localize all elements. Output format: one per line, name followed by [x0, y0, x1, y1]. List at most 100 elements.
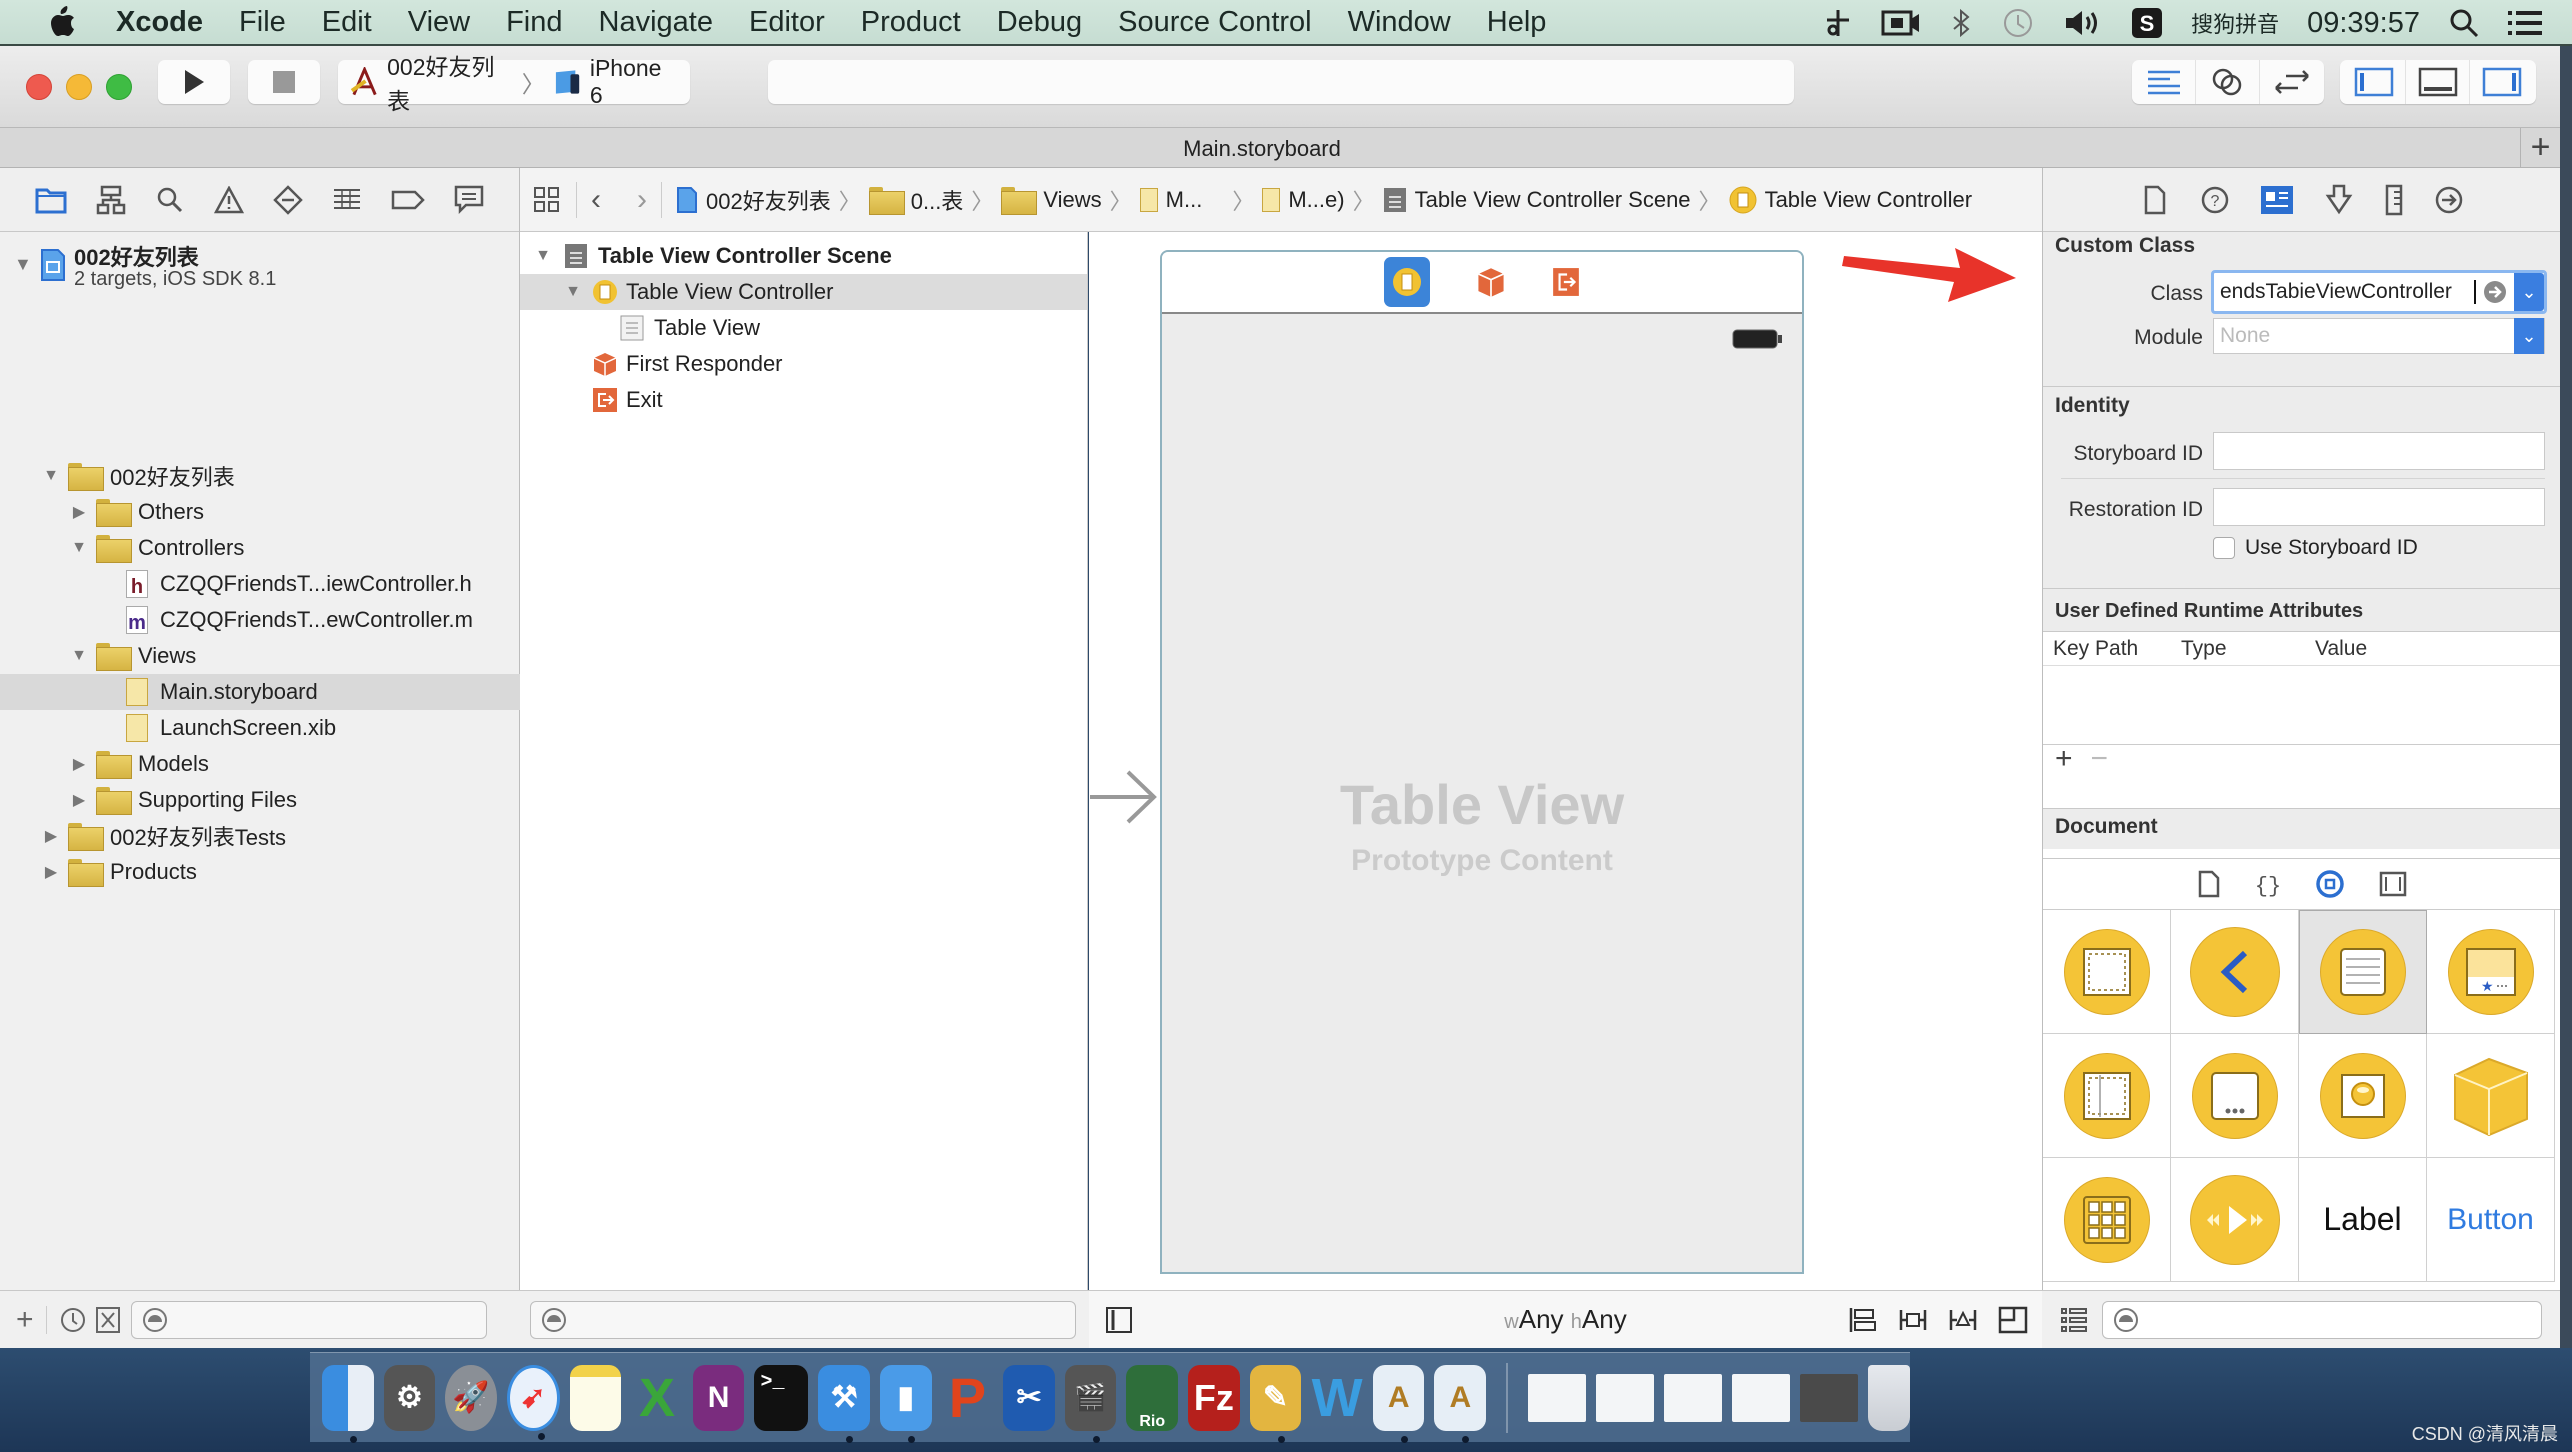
- dock-xcode[interactable]: ⚒: [818, 1364, 870, 1443]
- symbol-navigator-icon[interactable]: [96, 185, 126, 215]
- resolve-auto-layout-icon[interactable]: [1948, 1306, 1978, 1334]
- menu-file[interactable]: File: [239, 6, 286, 39]
- back-button[interactable]: ‹: [591, 183, 601, 217]
- menu-navigate[interactable]: Navigate: [599, 6, 713, 39]
- storyboard-id-field[interactable]: [2213, 432, 2545, 470]
- outline-table-view-row[interactable]: Table View: [520, 310, 1087, 346]
- library-filter-field[interactable]: [2102, 1300, 2542, 1339]
- menu-clock[interactable]: 09:39:57: [2307, 7, 2420, 40]
- connections-inspector-icon[interactable]: [2434, 185, 2464, 215]
- attributes-inspector-icon[interactable]: [2324, 184, 2354, 216]
- dock-safari[interactable]: ➹: [506, 1364, 560, 1440]
- dock-word[interactable]: W: [1311, 1365, 1363, 1431]
- library-item-view-controller[interactable]: [2043, 910, 2171, 1034]
- related-items-icon[interactable]: [532, 185, 562, 215]
- outline-scene-row[interactable]: ▼ Table View Controller Scene: [520, 238, 1087, 274]
- dock-ios-simulator[interactable]: ▮: [879, 1364, 932, 1443]
- disclosure-triangle-expanded[interactable]: ▼: [14, 254, 32, 275]
- input-method-label[interactable]: 搜狗拼音: [2191, 7, 2279, 39]
- restoration-id-field[interactable]: [2213, 488, 2545, 526]
- spotlight-search-icon[interactable]: [2448, 7, 2480, 39]
- navigator-filter-field[interactable]: [130, 1300, 487, 1339]
- menu-edit[interactable]: Edit: [322, 6, 372, 39]
- test-navigator-icon[interactable]: [273, 184, 303, 215]
- breadcrumb-views[interactable]: Views: [1001, 186, 1102, 215]
- media-library-icon[interactable]: [2379, 871, 2407, 897]
- sogou-input-icon[interactable]: S: [2131, 7, 2163, 39]
- dock-xcode-project-2[interactable]: A: [1434, 1364, 1487, 1443]
- disclosure-triangle-collapsed[interactable]: ▶: [40, 861, 62, 883]
- assistant-editor-button[interactable]: [2196, 60, 2260, 104]
- menu-window[interactable]: Window: [1348, 6, 1451, 39]
- disclosure-triangle-collapsed[interactable]: ▶: [68, 789, 90, 811]
- size-inspector-icon[interactable]: [2384, 184, 2404, 216]
- remove-attribute-button[interactable]: −: [2091, 742, 2109, 776]
- class-input[interactable]: endsTabieViewController: [2214, 280, 2474, 304]
- outline-controller-row[interactable]: ▼ Table View Controller: [520, 274, 1087, 310]
- disclosure-triangle-expanded[interactable]: ▼: [40, 465, 62, 487]
- breadcrumb-project[interactable]: 002好友列表: [676, 184, 831, 216]
- use-storyboard-id-checkbox[interactable]: [2213, 537, 2235, 559]
- dock-launchpad[interactable]: 🚀: [445, 1364, 497, 1431]
- scissors-icon[interactable]: [1823, 8, 1853, 38]
- dock-terminal[interactable]: >_: [754, 1364, 809, 1431]
- library-item-page-view-controller[interactable]: [2171, 1034, 2299, 1158]
- library-item-navigation-controller[interactable]: [2171, 910, 2299, 1034]
- go-to-class-arrow-icon[interactable]: [2482, 279, 2508, 305]
- breadcrumb-scene[interactable]: Table View Controller Scene: [1383, 187, 1691, 213]
- window-minimize-button[interactable]: [66, 74, 92, 100]
- outline-exit-row[interactable]: Exit: [520, 382, 1087, 418]
- breadcrumb-storyboard-base[interactable]: M...e): [1262, 187, 1345, 213]
- bluetooth-icon[interactable]: [1949, 8, 1973, 38]
- disclosure-triangle-expanded[interactable]: ▼: [532, 245, 554, 267]
- dock-minimized-window-3[interactable]: [1663, 1373, 1722, 1422]
- code-snippet-library-icon[interactable]: {}: [2255, 870, 2281, 898]
- module-combobox[interactable]: None ⌄: [2213, 318, 2545, 354]
- dock-minimized-window-5[interactable]: [1799, 1373, 1858, 1422]
- scene-dock-controller-button[interactable]: [1384, 257, 1430, 307]
- column-value[interactable]: Value: [2315, 637, 2367, 661]
- breadcrumb-storyboard[interactable]: M...: [1139, 187, 1202, 213]
- dock-sketch-app[interactable]: ✎: [1249, 1364, 1302, 1443]
- time-machine-icon[interactable]: [2001, 6, 2035, 40]
- dock-video-app[interactable]: 🎬: [1064, 1364, 1117, 1443]
- tree-item-launchscreen[interactable]: LaunchScreen.xib: [0, 710, 520, 746]
- notification-center-icon[interactable]: [2508, 9, 2542, 37]
- table-view-controller-scene[interactable]: Table View Prototype Content: [1160, 250, 1804, 1274]
- standard-editor-button[interactable]: [2132, 60, 2196, 104]
- identity-inspector-icon[interactable]: [2260, 185, 2294, 215]
- column-key-path[interactable]: Key Path: [2043, 637, 2181, 661]
- project-navigator-icon[interactable]: [35, 186, 67, 214]
- disclosure-triangle-expanded[interactable]: ▼: [562, 281, 584, 303]
- window-zoom-button[interactable]: [106, 74, 132, 100]
- library-item-tab-bar-controller[interactable]: ★: [2427, 910, 2555, 1034]
- menu-debug[interactable]: Debug: [997, 6, 1082, 39]
- breadcrumb-group[interactable]: 0...表: [868, 184, 963, 216]
- class-dropdown-button[interactable]: ⌄: [2514, 273, 2544, 311]
- outline-first-responder-row[interactable]: First Responder: [520, 346, 1087, 382]
- add-attribute-button[interactable]: +: [2055, 742, 2073, 776]
- recent-files-icon[interactable]: [59, 1306, 87, 1334]
- disclosure-triangle-collapsed[interactable]: ▶: [40, 825, 62, 847]
- volume-icon[interactable]: [2063, 8, 2103, 38]
- tree-item-others[interactable]: ▶ Others: [0, 494, 520, 530]
- dock-trash[interactable]: [1868, 1364, 1910, 1431]
- dock-notes[interactable]: [569, 1364, 622, 1431]
- tree-item-views[interactable]: ▼ Views: [0, 638, 520, 674]
- disclosure-triangle-collapsed[interactable]: ▶: [68, 501, 90, 523]
- object-library-icon[interactable]: [2315, 869, 2345, 899]
- tree-item-header-file[interactable]: h CZQQFriendsT...iewController.h: [0, 566, 520, 602]
- report-navigator-icon[interactable]: [454, 185, 484, 215]
- disclosure-triangle-collapsed[interactable]: ▶: [68, 753, 90, 775]
- new-tab-button[interactable]: +: [2520, 128, 2560, 168]
- dock-screenshot-tool[interactable]: ✂: [1003, 1364, 1055, 1431]
- menu-editor[interactable]: Editor: [749, 6, 825, 39]
- scheme-selector[interactable]: 002好友列表 〉 iPhone 6: [338, 54, 690, 114]
- dock-minimized-window-2[interactable]: [1595, 1373, 1654, 1422]
- dock-rio-app[interactable]: Rio: [1126, 1364, 1179, 1431]
- menu-source-control[interactable]: Source Control: [1118, 6, 1311, 39]
- breadcrumb-controller[interactable]: Table View Controller: [1729, 186, 1972, 214]
- menu-view[interactable]: View: [408, 6, 470, 39]
- dock-finder[interactable]: [322, 1364, 374, 1443]
- issue-navigator-icon[interactable]: [213, 185, 244, 214]
